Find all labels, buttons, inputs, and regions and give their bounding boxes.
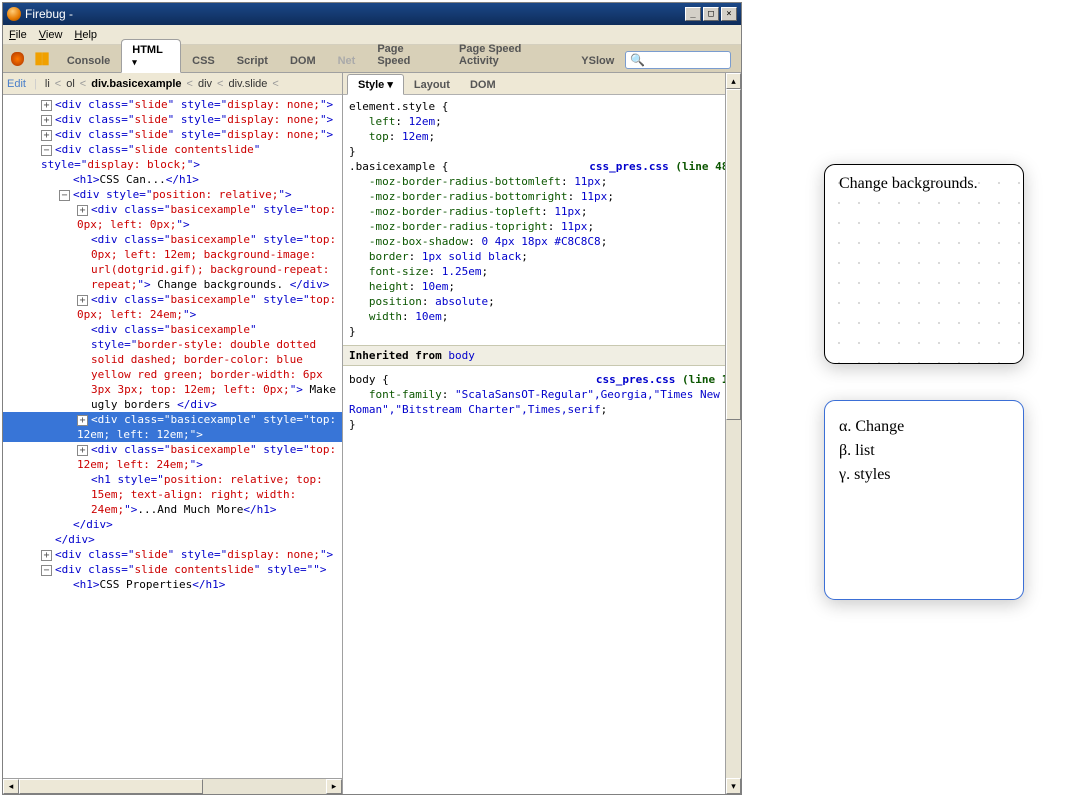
- crumb-slide[interactable]: div.slide: [223, 76, 272, 92]
- html-tree[interactable]: +<div class="slide" style="display: none…: [3, 95, 342, 778]
- titlebar[interactable]: Firebug - _ □ ×: [3, 3, 741, 25]
- tab-pagespeed[interactable]: Page Speed: [366, 38, 448, 72]
- tab-net[interactable]: Net: [327, 50, 367, 72]
- example-list-styles: α. Change β. list γ. styles: [824, 400, 1024, 600]
- twisty-icon[interactable]: +: [41, 100, 52, 111]
- rtab-layout[interactable]: Layout: [404, 76, 460, 94]
- twisty-icon[interactable]: +: [77, 295, 88, 306]
- minimize-button[interactable]: _: [685, 7, 701, 21]
- vertical-scrollbar[interactable]: ▴ ▾: [725, 73, 741, 794]
- twisty-icon[interactable]: +: [41, 550, 52, 561]
- inherited-section: Inherited from body: [343, 345, 741, 366]
- main-tabbar: ▮▮ Console HTML ▾ CSS Script DOM Net Pag…: [3, 45, 741, 73]
- menu-help[interactable]: Help: [74, 29, 97, 41]
- window-title: Firebug -: [25, 7, 73, 21]
- source-link[interactable]: css_pres.css (line 48): [589, 159, 735, 174]
- crumb-div[interactable]: div: [193, 76, 217, 92]
- twisty-icon[interactable]: +: [41, 130, 52, 141]
- crumb-ol[interactable]: ol: [61, 76, 80, 92]
- twisty-icon[interactable]: +: [77, 205, 88, 216]
- scroll-left-icon[interactable]: ◂: [3, 779, 19, 794]
- style-panel: Style ▾ Layout DOM element.style { left:…: [343, 73, 741, 794]
- pause-icon[interactable]: ▮▮: [34, 48, 48, 68]
- twisty-icon[interactable]: +: [77, 445, 88, 456]
- close-button[interactable]: ×: [721, 7, 737, 21]
- twisty-icon[interactable]: −: [41, 145, 52, 156]
- tab-console[interactable]: Console: [56, 50, 121, 72]
- search-icon: 🔍: [630, 53, 645, 67]
- body-link[interactable]: body: [448, 349, 475, 362]
- example-change-backgrounds: Change backgrounds.: [824, 164, 1024, 364]
- tab-html[interactable]: HTML ▾: [121, 39, 181, 73]
- firebug-icon[interactable]: [9, 50, 26, 68]
- html-panel: Edit | li < ol < div.basicexample < div …: [3, 73, 343, 794]
- twisty-icon[interactable]: +: [41, 115, 52, 126]
- twisty-icon[interactable]: −: [41, 565, 52, 576]
- breadcrumb: Edit | li < ol < div.basicexample < div …: [3, 73, 342, 95]
- tab-yslow[interactable]: YSlow: [570, 50, 625, 72]
- scroll-down-icon[interactable]: ▾: [726, 778, 741, 794]
- rtab-style[interactable]: Style ▾: [347, 74, 404, 95]
- edit-button[interactable]: Edit: [7, 78, 26, 90]
- style-rules[interactable]: element.style { left: 12em; top: 12em; }…: [343, 95, 741, 794]
- selected-node[interactable]: +<div class="basicexample" style="top: 1…: [3, 412, 342, 442]
- rtab-dom[interactable]: DOM: [460, 76, 506, 94]
- scrollbar-thumb[interactable]: [726, 89, 741, 420]
- chevron-down-icon: ▾: [132, 57, 137, 67]
- search-input[interactable]: 🔍: [625, 51, 731, 69]
- scrollbar-thumb[interactable]: [19, 779, 203, 794]
- scroll-right-icon[interactable]: ▸: [326, 779, 342, 794]
- source-link[interactable]: css_pres.css (line 1): [596, 372, 735, 387]
- tab-pagespeed-activity[interactable]: Page Speed Activity: [448, 38, 570, 72]
- maximize-button[interactable]: □: [703, 7, 719, 21]
- firefox-icon: [7, 7, 21, 21]
- horizontal-scrollbar[interactable]: ◂ ▸: [3, 778, 342, 794]
- menu-file[interactable]: File: [9, 29, 27, 41]
- twisty-icon[interactable]: −: [59, 190, 70, 201]
- scroll-up-icon[interactable]: ▴: [726, 73, 741, 89]
- tab-dom[interactable]: DOM: [279, 50, 327, 72]
- twisty-icon[interactable]: +: [77, 415, 88, 426]
- crumb-selected[interactable]: div.basicexample: [86, 76, 186, 92]
- chevron-down-icon: ▾: [384, 79, 393, 91]
- tab-css[interactable]: CSS: [181, 50, 226, 72]
- menu-view[interactable]: View: [39, 29, 63, 41]
- firebug-window: Firebug - _ □ × File View Help ▮▮ Consol…: [2, 2, 742, 795]
- panels: Edit | li < ol < div.basicexample < div …: [3, 73, 741, 794]
- crumb-li[interactable]: li: [40, 76, 55, 92]
- right-tabbar: Style ▾ Layout DOM: [343, 73, 741, 95]
- tab-script[interactable]: Script: [226, 50, 279, 72]
